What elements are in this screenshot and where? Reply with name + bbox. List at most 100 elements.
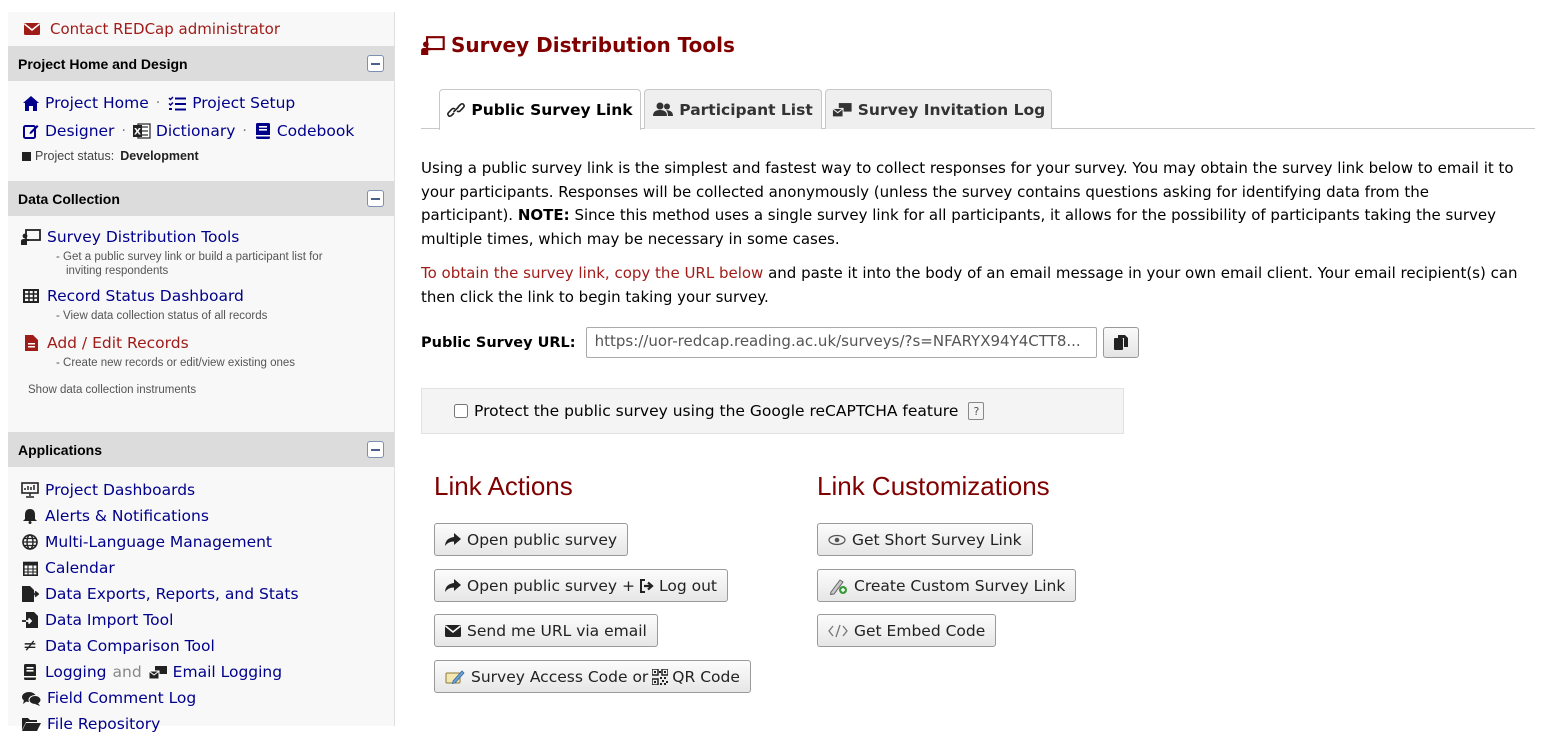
multilanguage-label: Multi-Language Management xyxy=(45,533,273,551)
alerts-label: Alerts & Notifications xyxy=(45,507,209,525)
status-value: Development xyxy=(120,149,199,163)
survey-tools-desc-line1: - Get a public survey link or build a pa… xyxy=(56,251,323,263)
separator: · xyxy=(242,123,247,139)
sidebar-item-alerts[interactable]: Alerts & Notifications xyxy=(20,503,394,529)
button-label: Open public survey + xyxy=(467,576,635,595)
book-icon xyxy=(24,664,36,680)
public-url-field[interactable]: https://uor-redcap.reading.ac.uk/surveys… xyxy=(585,327,1097,358)
sidebar-item-logging[interactable]: Logging xyxy=(20,663,107,681)
contact-admin-label: Contact REDCap administrator xyxy=(50,20,280,38)
section-title: Project Home and Design xyxy=(18,55,188,72)
project-home-label: Project Home xyxy=(45,94,149,112)
button-label: Send me URL via email xyxy=(467,621,647,640)
tab-public-survey-link[interactable]: Public Survey Link xyxy=(439,89,641,130)
status-label: Project status: xyxy=(35,149,115,163)
copy-url-instructions: To obtain the survey link, copy the URL … xyxy=(421,262,1521,309)
show-instruments-link[interactable]: Show data collection instruments xyxy=(20,384,394,396)
tab-label: Public Survey Link xyxy=(471,101,633,119)
create-custom-link-button[interactable]: Create Custom Survey Link xyxy=(817,569,1077,602)
sidebar-item-multilanguage[interactable]: Multi-Language Management xyxy=(20,529,394,555)
instruction-highlight: To obtain the survey link, copy the URL … xyxy=(421,264,764,282)
email-logging-label: Email Logging xyxy=(172,663,283,681)
button-label-2: Log out xyxy=(658,576,717,595)
sidebar-item-codebook[interactable]: Codebook xyxy=(254,122,354,140)
file-export-icon xyxy=(21,586,39,602)
collapse-button[interactable] xyxy=(367,441,384,458)
sidebar-item-file-repository[interactable]: File Repository xyxy=(20,711,394,737)
data-comparison-label: Data Comparison Tool xyxy=(45,637,215,655)
open-public-survey-button[interactable]: Open public survey xyxy=(434,523,629,556)
open-survey-logout-button[interactable]: Open public survey + Log out xyxy=(434,569,728,602)
sidebar-item-project-setup[interactable]: Project Setup xyxy=(167,94,295,112)
recaptcha-label: Protect the public survey using the Goog… xyxy=(474,402,959,420)
survey-tools-description: - Get a public survey link or build a pa… xyxy=(20,250,394,278)
button-label: Open public survey xyxy=(467,530,618,549)
logging-and-text: and xyxy=(112,663,142,681)
sidebar-item-designer[interactable]: Designer xyxy=(22,122,114,140)
sidebar-item-data-exports[interactable]: Data Exports, Reports, and Stats xyxy=(20,581,394,607)
svg-text:X: X xyxy=(134,128,141,138)
sidebar-item-dictionary[interactable]: X Dictionary xyxy=(132,122,236,140)
public-url-row: Public Survey URL: https://uor-redcap.re… xyxy=(421,327,1139,358)
link-actions-title: Link Actions xyxy=(434,471,573,501)
main-content: Survey Distribution Tools Public Survey … xyxy=(421,0,1564,726)
sidebar-item-data-comparison[interactable]: ≠ Data Comparison Tool xyxy=(20,633,394,659)
section-header-data-collection: Data Collection xyxy=(8,181,394,216)
record-status-label: Record Status Dashboard xyxy=(47,287,244,305)
recaptcha-panel: Protect the public survey using the Goog… xyxy=(421,388,1124,434)
link-customizations-title: Link Customizations xyxy=(817,471,1050,501)
public-link-description: Using a public survey link is the simple… xyxy=(421,157,1521,251)
collapse-button[interactable] xyxy=(367,190,384,207)
eye-link-icon xyxy=(828,534,846,545)
sidebar-item-add-edit-records[interactable]: Add / Edit Records xyxy=(20,330,394,356)
sidebar-item-project-home[interactable]: Project Home xyxy=(22,94,149,112)
sidebar-item-field-comment-log[interactable]: Field Comment Log xyxy=(20,685,394,711)
record-status-description: - View data collection status of all rec… xyxy=(56,310,268,322)
button-label: Survey Access Code or xyxy=(471,667,649,686)
envelope-icon xyxy=(445,624,461,637)
get-embed-code-button[interactable]: Get Embed Code xyxy=(817,614,997,647)
qr-code-icon xyxy=(652,668,669,685)
sidebar-item-calendar[interactable]: Calendar xyxy=(20,555,394,581)
tab-survey-invitation-log[interactable]: Survey Invitation Log xyxy=(825,89,1052,129)
copy-url-button[interactable] xyxy=(1102,327,1139,358)
sidebar-item-project-dashboards[interactable]: Project Dashboards xyxy=(20,477,394,503)
users-icon xyxy=(653,102,674,116)
page-title-text: Survey Distribution Tools xyxy=(451,33,735,57)
copy-icon xyxy=(1113,335,1128,350)
calendar-icon xyxy=(22,561,38,576)
file-icon xyxy=(24,335,38,351)
add-edit-records-description: - Create new records or edit/view existi… xyxy=(56,357,296,369)
tab-label: Survey Invitation Log xyxy=(857,100,1046,119)
collapse-button[interactable] xyxy=(367,55,384,72)
button-label: Get Embed Code xyxy=(854,621,986,640)
sidebar-item-data-import[interactable]: Data Import Tool xyxy=(20,607,394,633)
project-dashboards-label: Project Dashboards xyxy=(45,481,196,499)
link-edit-icon xyxy=(829,578,847,595)
bell-icon xyxy=(23,509,37,524)
button-label-2: QR Code xyxy=(672,667,740,686)
table-icon xyxy=(23,289,39,303)
tab-participant-list[interactable]: Participant List xyxy=(644,89,822,129)
sidebar-item-record-status[interactable]: Record Status Dashboard xyxy=(20,283,394,309)
dictionary-label: Dictionary xyxy=(155,122,236,140)
folder-open-icon xyxy=(21,718,41,731)
get-short-link-button[interactable]: Get Short Survey Link xyxy=(817,523,1033,556)
send-url-email-button[interactable]: Send me URL via email xyxy=(434,614,658,647)
excel-file-icon: X xyxy=(132,123,151,139)
contact-admin-link[interactable]: Contact REDCap administrator xyxy=(8,12,394,46)
separator: · xyxy=(121,123,126,139)
mail-bulk-icon xyxy=(831,102,852,117)
edit-icon xyxy=(23,125,39,139)
status-square-icon xyxy=(22,151,31,161)
button-label: Create Custom Survey Link xyxy=(854,576,1066,595)
access-code-qr-button[interactable]: Survey Access Code or QR Code xyxy=(434,660,751,693)
section-header-applications: Applications xyxy=(8,432,394,467)
applications-list: Project Dashboards Alerts & Notification… xyxy=(8,467,394,737)
help-icon[interactable]: ? xyxy=(968,402,985,420)
recaptcha-checkbox[interactable] xyxy=(454,404,468,418)
mail-bulk-icon xyxy=(148,665,167,679)
sidebar-item-survey-tools[interactable]: Survey Distribution Tools xyxy=(20,224,394,250)
designer-label: Designer xyxy=(45,122,115,140)
sidebar-item-email-logging[interactable]: Email Logging xyxy=(148,663,282,681)
